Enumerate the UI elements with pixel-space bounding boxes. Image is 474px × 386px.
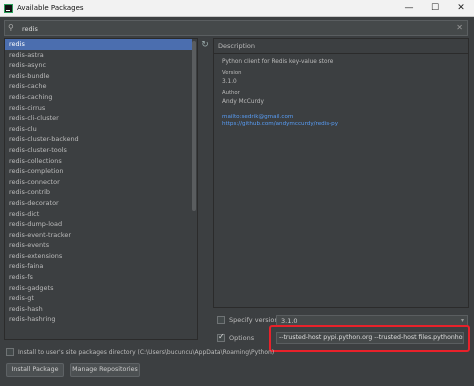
manage-repositories-button[interactable]: Manage Repositories xyxy=(70,363,140,377)
version-select-value: 3.1.0 xyxy=(281,317,298,325)
package-item[interactable]: redis-event-tracker xyxy=(5,230,197,241)
package-item[interactable]: redis-hash xyxy=(5,304,197,315)
install-package-button[interactable]: Install Package xyxy=(6,363,64,377)
title-bar: Available Packages — ☐ ✕ xyxy=(0,0,474,17)
package-item[interactable]: redis-connector xyxy=(5,177,197,188)
search-input[interactable] xyxy=(22,23,442,34)
package-item[interactable]: redis-events xyxy=(5,240,197,251)
package-item[interactable]: redis-gadgets xyxy=(5,283,197,294)
refresh-icon[interactable]: ↻ xyxy=(199,39,211,51)
window-title: Available Packages xyxy=(17,4,84,12)
version-select[interactable]: 3.1.0 ▾ xyxy=(276,315,468,327)
install-user-checkbox[interactable] xyxy=(6,348,14,356)
maximize-button[interactable]: ☐ xyxy=(422,0,448,17)
package-item[interactable]: redis-dump-load xyxy=(5,219,197,230)
version-value: 3.1.0 xyxy=(222,79,237,85)
package-item[interactable]: redis-faina xyxy=(5,261,197,272)
email-link[interactable]: mailto:sedrik@gmail.com xyxy=(222,114,462,120)
package-item[interactable]: redis-cluster-backend xyxy=(5,134,197,145)
package-item[interactable]: redis-caching xyxy=(5,92,197,103)
package-item[interactable]: redis-bundle xyxy=(5,71,197,82)
package-item[interactable]: redis-gt xyxy=(5,293,197,304)
clear-search-icon[interactable]: ✕ xyxy=(456,23,463,33)
package-item[interactable]: redis-hashring xyxy=(5,314,197,325)
package-list[interactable]: redis redis-astra redis-async redis-bundle r… xyxy=(4,38,198,340)
package-item[interactable]: redis-decorator xyxy=(5,198,197,209)
package-summary: Python client for Redis key-value store xyxy=(222,59,334,65)
package-item[interactable]: redis-astra xyxy=(5,50,197,61)
package-item[interactable]: redis-fs xyxy=(5,272,197,283)
search-icon[interactable]: ⚲ xyxy=(8,23,22,33)
author-value: Andy McCurdy xyxy=(222,99,264,105)
package-item[interactable]: redis-cluster-tools xyxy=(5,145,197,156)
package-item[interactable]: redis-cache xyxy=(5,81,197,92)
close-button[interactable]: ✕ xyxy=(448,0,474,17)
package-item[interactable]: redis-cli-cluster xyxy=(5,113,197,124)
specify-version-label: Specify version xyxy=(229,316,279,324)
chevron-down-icon: ▾ xyxy=(460,317,464,324)
package-item[interactable]: redis xyxy=(5,39,197,50)
options-checkbox[interactable]: ✓ xyxy=(217,332,225,342)
description-body: Python client for Redis key-value store … xyxy=(222,59,462,128)
list-scrollbar-thumb[interactable] xyxy=(192,41,196,211)
package-item[interactable]: redis-dict xyxy=(5,209,197,220)
search-box[interactable]: ⚲ ✕ xyxy=(4,20,468,36)
specify-version-checkbox[interactable] xyxy=(217,316,225,324)
package-item[interactable]: redis-completion xyxy=(5,166,197,177)
pycharm-app-icon xyxy=(4,4,13,13)
package-item[interactable]: redis-cirrus xyxy=(5,103,197,114)
options-label: Options xyxy=(229,334,255,342)
description-panel: Description Python client for Redis key-… xyxy=(213,38,469,308)
package-item[interactable]: redis-async xyxy=(5,60,197,71)
options-input[interactable]: --trusted-host pypi.python.org --trusted… xyxy=(276,332,464,344)
package-item[interactable]: redis-extensions xyxy=(5,251,197,262)
homepage-link[interactable]: https://github.com/andymccurdy/redis-py xyxy=(222,121,462,127)
package-item[interactable]: redis-clu xyxy=(5,124,197,135)
checkmark-icon: ✓ xyxy=(218,332,225,341)
author-label: Author xyxy=(222,90,240,96)
description-header: Description xyxy=(214,39,468,54)
package-item[interactable]: redis-collections xyxy=(5,156,197,167)
install-user-label: Install to user's site packages director… xyxy=(18,349,275,356)
version-label: Version xyxy=(222,70,242,76)
package-item[interactable]: redis-contrib xyxy=(5,187,197,198)
minimize-button[interactable]: — xyxy=(396,0,422,17)
list-scrollbar[interactable] xyxy=(192,39,197,339)
